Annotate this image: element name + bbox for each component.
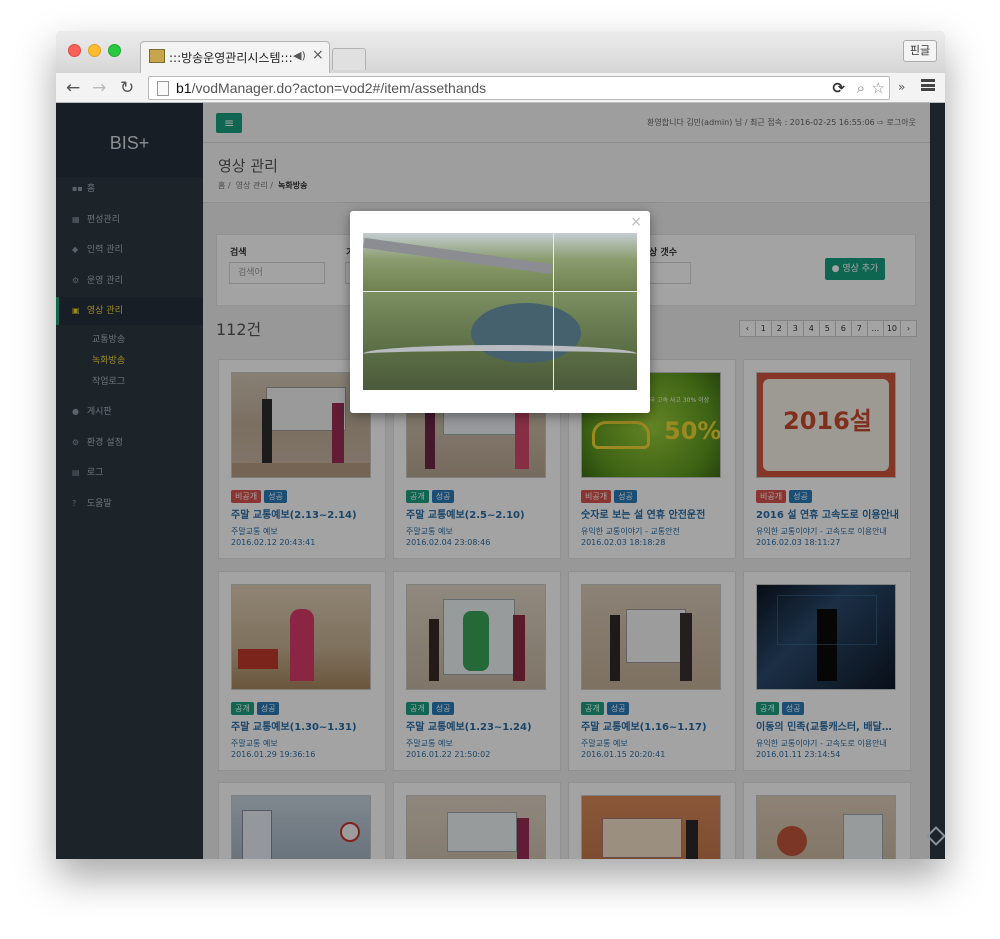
browser-tab[interactable]: :::방송운영관리시스템::: ◀) × [140,41,330,73]
audio-icon[interactable]: ◀) [293,49,306,62]
url-path: /vodManager.do?acton=vod2#/item/assethan… [191,80,487,96]
zoom-icon[interactable]: ⌕ [857,79,865,97]
favicon-icon [149,49,165,63]
forward-icon[interactable]: → [92,78,106,98]
browser-menu-icon[interactable] [921,79,935,91]
browser-toolbar: ← → ↻ b1/vodManager.do?acton=vod2#/item/… [56,73,945,103]
modal-close-icon[interactable]: × [630,214,642,230]
back-icon[interactable]: ← [66,78,80,98]
extensions-chevron-icon[interactable]: » [898,80,905,94]
video-preview-modal: × [350,211,650,413]
page-icon [157,81,169,96]
sync-icon[interactable]: ⟳ [832,79,845,97]
app-area: BIS+ ▪▪ 홈 ▦ 편성관리 ◆ 인력 관리 ⚙ 운영 관리 ▣ 영상 관리… [56,103,945,859]
new-tab-button[interactable] [332,48,366,70]
split-line-horizontal [363,291,637,292]
url-host: b1 [176,80,192,96]
close-window-button[interactable] [68,44,81,57]
tab-close-icon[interactable]: × [312,47,324,63]
reload-icon[interactable]: ↻ [120,78,134,98]
preview-image [363,233,637,390]
browser-window: :::방송운영관리시스템::: ◀) × 핀글 ← → ↻ b1/vodMana… [56,31,945,859]
interchange-graphic [363,345,637,363]
split-line-vertical [553,233,554,390]
address-url: b1/vodManager.do?acton=vod2#/item/asseth… [176,80,486,96]
tab-title: :::방송운영관리시스템::: [169,51,293,65]
lang-button[interactable]: 핀글 [903,40,937,62]
minimize-window-button[interactable] [88,44,101,57]
maximize-window-button[interactable] [108,44,121,57]
address-bar[interactable]: b1/vodManager.do?acton=vod2#/item/asseth… [148,76,890,100]
browser-titlebar: :::방송운영관리시스템::: ◀) × 핀글 [56,31,945,73]
bookmark-star-icon[interactable]: ☆ [872,79,885,97]
